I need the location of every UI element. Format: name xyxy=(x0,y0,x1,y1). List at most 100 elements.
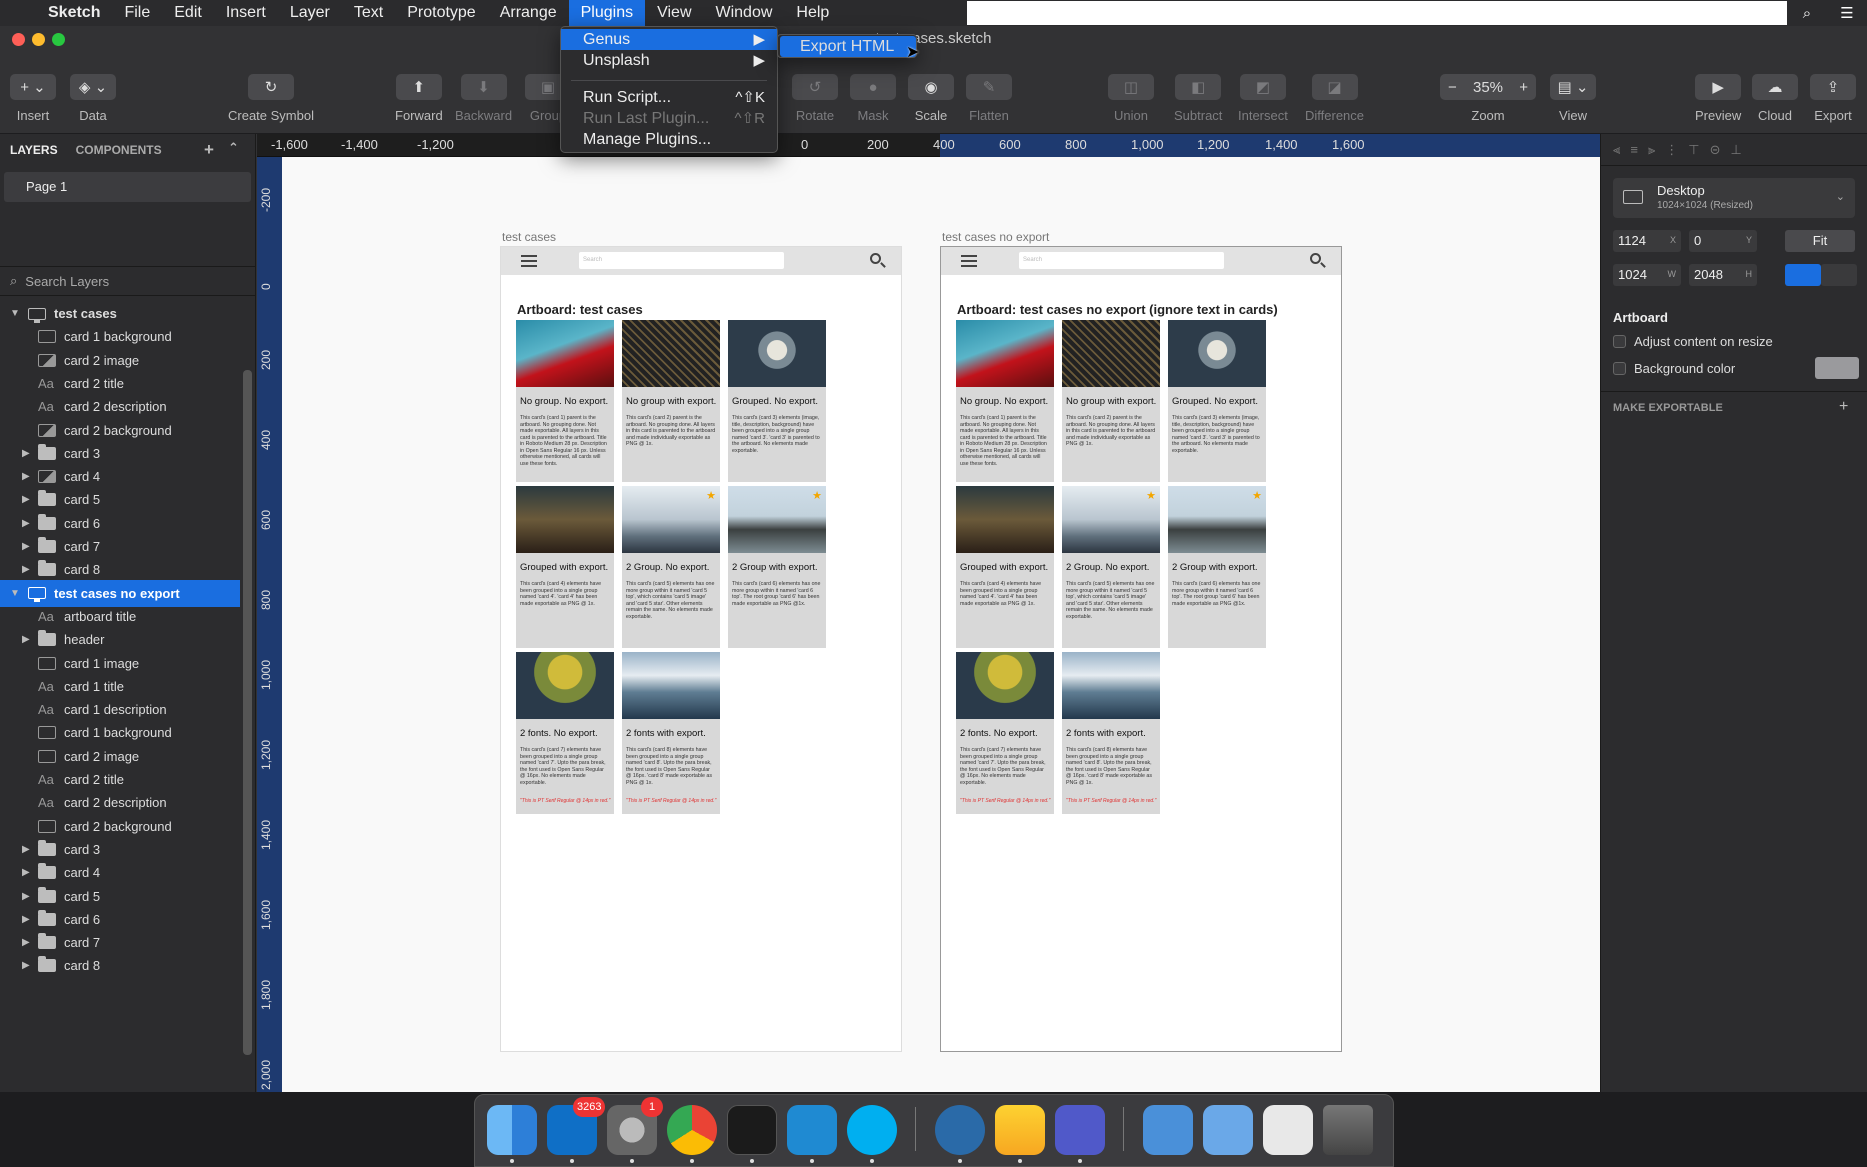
menu-layer[interactable]: Layer xyxy=(278,0,342,26)
artboard-label[interactable]: test cases no export xyxy=(942,230,1049,244)
card-1[interactable]: No group. No export. This card's (card 1)… xyxy=(956,320,1054,482)
menu-item-genus[interactable]: Genus ▶ xyxy=(561,29,777,50)
card-5[interactable]: ★ 2 Group. No export. This card's (card 5)… xyxy=(1062,486,1160,648)
tab-components[interactable]: COMPONENTS xyxy=(76,143,162,157)
canvas[interactable]: test cases Search Artboard: test cases N… xyxy=(282,157,1600,1092)
card-1[interactable]: No group. No export. This card's (card 1)… xyxy=(516,320,614,482)
downloads-stack-icon[interactable] xyxy=(1263,1105,1313,1155)
disclosure-closed-icon[interactable]: ▶ xyxy=(22,494,30,505)
insert-button[interactable]: + ⌄ Insert xyxy=(10,74,56,123)
align-bottom-icon[interactable]: ⊥ xyxy=(1731,142,1742,158)
align-center-icon[interactable]: ≡ xyxy=(1630,142,1638,157)
card-5[interactable]: ★ 2 Group. No export. This card's (card 5)… xyxy=(622,486,720,648)
scale-button[interactable]: ◉ Scale xyxy=(908,74,954,123)
sidebar-scrollbar[interactable] xyxy=(243,370,252,1055)
add-export-icon[interactable]: + xyxy=(1839,398,1848,416)
artboard-test-cases[interactable]: Search Artboard: test cases No group. No… xyxy=(500,246,902,1052)
teams-icon[interactable] xyxy=(1055,1105,1105,1155)
disclosure-closed-icon[interactable]: ▶ xyxy=(22,634,30,645)
y-field[interactable]: 0Y xyxy=(1689,230,1757,252)
terminal-icon[interactable] xyxy=(727,1105,777,1155)
background-color-checkbox[interactable]: Background color xyxy=(1613,361,1735,376)
disclosure-closed-icon[interactable]: ▶ xyxy=(22,844,30,855)
menu-window[interactable]: Window xyxy=(704,0,785,26)
card-7[interactable]: 2 fonts. No export. This card's (card 7) … xyxy=(516,652,614,814)
disclosure-closed-icon[interactable]: ▶ xyxy=(22,891,30,902)
skype-icon[interactable] xyxy=(847,1105,897,1155)
card-4[interactable]: Grouped with export. This card's (card 4)… xyxy=(956,486,1054,648)
vertical-ruler[interactable]: -200 0 200 400 600 800 1,000 1,200 1,400 1,600 1,8… xyxy=(257,157,282,1092)
align-left-icon[interactable]: ⫷ xyxy=(1613,142,1620,158)
control-center-icon[interactable]: ☰ xyxy=(1827,4,1867,22)
disclosure-closed-icon[interactable]: ▶ xyxy=(22,937,30,948)
card-2[interactable]: No group with export. This card's (card 2… xyxy=(1062,320,1160,482)
menu-file[interactable]: File xyxy=(112,0,162,26)
checkbox-background[interactable] xyxy=(1613,362,1626,375)
menu-item-export-html[interactable]: Export HTML xyxy=(780,36,916,57)
finder-icon[interactable] xyxy=(487,1105,537,1155)
align-top-icon[interactable]: ⊤ xyxy=(1688,142,1699,158)
align-right-icon[interactable]: ⫸ xyxy=(1648,142,1655,158)
create-symbol-button[interactable]: ↻ Create Symbol xyxy=(228,74,314,123)
menu-text[interactable]: Text xyxy=(342,0,395,26)
zoom-stepper[interactable]: −35% + xyxy=(1440,74,1536,100)
menu-arrange[interactable]: Arrange xyxy=(488,0,569,26)
height-field[interactable]: 2048 H xyxy=(1689,264,1757,286)
x-field[interactable]: 1124 X xyxy=(1613,230,1681,252)
menu-plugins[interactable]: Plugins xyxy=(568,0,646,26)
tab-layers[interactable]: LAYERS xyxy=(10,143,58,157)
preview-button[interactable]: ▶ Preview xyxy=(1695,74,1741,123)
mask-button[interactable]: ● Mask xyxy=(850,74,896,123)
backward-button[interactable]: ⬇ Backward xyxy=(455,74,512,123)
intersect-button[interactable]: ◩ Intersect xyxy=(1238,74,1288,123)
disclosure-closed-icon[interactable]: ▶ xyxy=(22,448,30,459)
portrait-toggle[interactable] xyxy=(1785,264,1821,286)
outlook-icon[interactable]: 3263 xyxy=(547,1097,606,1155)
menu-insert[interactable]: Insert xyxy=(214,0,278,26)
chevron-up-icon[interactable]: ⌃ xyxy=(228,140,239,156)
horizontal-ruler[interactable]: -1,600-1,400-1,200-400-20002004006008001… xyxy=(257,134,1602,157)
rotate-button[interactable]: ↺ Rotate xyxy=(792,74,838,123)
align-middle-icon[interactable]: ⊝ xyxy=(1710,142,1721,158)
sketch-icon[interactable] xyxy=(995,1105,1045,1155)
card-6[interactable]: ★ 2 Group with export. This card's (card 6… xyxy=(1168,486,1266,648)
difference-button[interactable]: ◪ Difference xyxy=(1305,74,1364,123)
disclosure-closed-icon[interactable]: ▶ xyxy=(22,867,30,878)
adjust-content-checkbox[interactable]: Adjust content on resize xyxy=(1613,334,1773,349)
apple-icon[interactable] xyxy=(0,0,36,26)
menu-help[interactable]: Help xyxy=(784,0,841,26)
vscode-icon[interactable] xyxy=(787,1105,837,1155)
disclosure-open-icon[interactable]: ▼ xyxy=(10,308,20,319)
artboard-preset-select[interactable]: Desktop 1024×1024 (Resized) ⌄ xyxy=(1613,178,1855,218)
card-4[interactable]: Grouped with export. This card's (card 4)… xyxy=(516,486,614,648)
disclosure-open-icon[interactable]: ▼ xyxy=(10,588,20,599)
add-page-icon[interactable]: + xyxy=(204,140,214,160)
width-field[interactable]: 1024 W xyxy=(1613,264,1681,286)
background-color-swatch[interactable] xyxy=(1815,357,1859,379)
menu-prototype[interactable]: Prototype xyxy=(395,0,487,26)
chrome-icon[interactable] xyxy=(667,1105,717,1155)
card-3[interactable]: Grouped. No export. This card's (card 3) … xyxy=(728,320,826,482)
artboard-test-cases-no-export[interactable]: Search Artboard: test cases no export (i… xyxy=(940,246,1342,1052)
landscape-toggle[interactable] xyxy=(1821,264,1857,286)
subtract-button[interactable]: ◧ Subtract xyxy=(1174,74,1222,123)
zoom-control[interactable]: −35% + Zoom xyxy=(1440,74,1536,123)
distribute-icon[interactable]: ⋮ xyxy=(1665,142,1678,158)
card-7[interactable]: 2 fonts. No export. This card's (card 7) … xyxy=(956,652,1054,814)
view-button[interactable]: ▤ ⌄ View xyxy=(1550,74,1596,123)
card-2[interactable]: No group with export. This card's (card 2… xyxy=(622,320,720,482)
disclosure-closed-icon[interactable]: ▶ xyxy=(22,960,30,971)
disclosure-closed-icon[interactable]: ▶ xyxy=(22,518,30,529)
zoom-out-icon[interactable]: − xyxy=(1448,79,1457,96)
artboard-label[interactable]: test cases xyxy=(502,230,556,244)
trash-icon[interactable] xyxy=(1323,1105,1373,1155)
checkbox-adjust[interactable] xyxy=(1613,335,1626,348)
search-icon[interactable]: ⌕ xyxy=(1787,5,1827,22)
disclosure-closed-icon[interactable]: ▶ xyxy=(22,914,30,925)
menu-item-run-script[interactable]: Run Script... ^⇧K xyxy=(561,87,777,108)
menu-edit[interactable]: Edit xyxy=(162,0,214,26)
menu-app-name[interactable]: Sketch xyxy=(36,0,112,26)
documents-folder-icon[interactable] xyxy=(1203,1105,1253,1155)
disclosure-closed-icon[interactable]: ▶ xyxy=(22,541,30,552)
card-8[interactable]: 2 fonts with export. This card's (card 8)… xyxy=(622,652,720,814)
